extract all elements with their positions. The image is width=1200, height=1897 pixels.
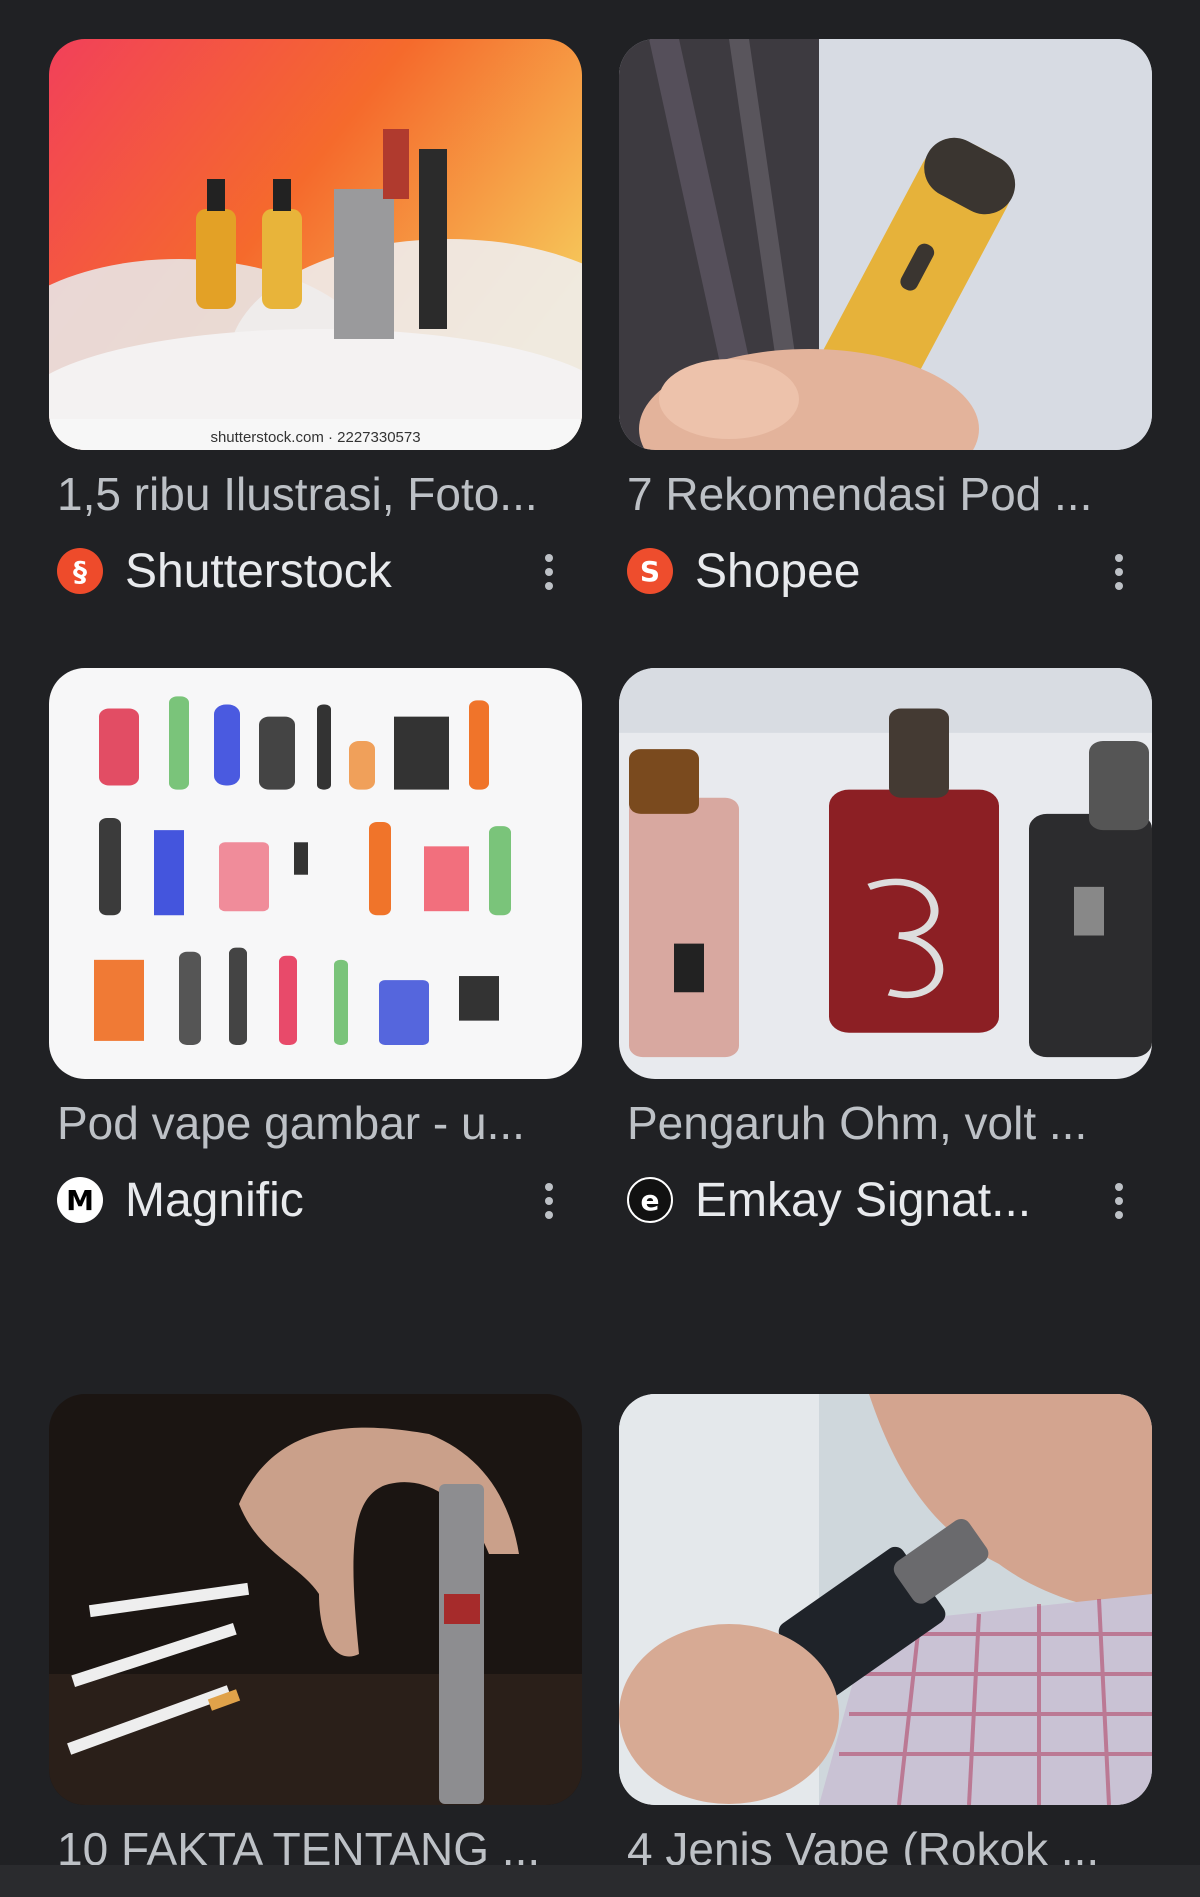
shutterstock-icon: §: [57, 548, 103, 594]
man-vaping-image: [619, 1394, 1152, 1805]
result-card-4[interactable]: Pengaruh Ohm, volt ... e Emkay Signat...: [619, 668, 1152, 1231]
emkay-icon: e: [627, 1177, 673, 1223]
more-options-icon[interactable]: [1114, 554, 1124, 590]
yellow-pod-image: [619, 39, 1152, 450]
result-title-3[interactable]: Pod vape gambar - u...: [57, 1095, 577, 1151]
magnific-icon: M: [57, 1177, 103, 1223]
result-source-2[interactable]: S Shopee: [619, 540, 1152, 602]
result-thumbnail-1[interactable]: shutterstock.com · 2227330573: [49, 39, 582, 450]
result-source-name-2: Shopee: [695, 544, 861, 598]
result-card-6[interactable]: 4 Jenis Vape (Rokok ...: [619, 1394, 1152, 1877]
result-thumbnail-6[interactable]: [619, 1394, 1152, 1805]
result-thumbnail-4[interactable]: [619, 668, 1152, 1079]
result-title-1[interactable]: 1,5 ribu Ilustrasi, Foto...: [57, 466, 577, 522]
result-card-5[interactable]: 10 FAKTA TENTANG ...: [49, 1394, 582, 1877]
result-source-4[interactable]: e Emkay Signat...: [619, 1169, 1152, 1231]
result-title-4[interactable]: Pengaruh Ohm, volt ...: [627, 1095, 1147, 1151]
box-mod-devices-image: [619, 668, 1152, 1079]
cigarettes-and-vape-image: [49, 1394, 582, 1805]
result-thumbnail-3[interactable]: [49, 668, 582, 1079]
vape-bottles-smoke-image: [49, 39, 582, 450]
result-thumbnail-2[interactable]: [619, 39, 1152, 450]
bottom-edge-bar: [0, 1865, 1200, 1897]
result-source-3[interactable]: M Magnific: [49, 1169, 582, 1231]
result-source-name-4: Emkay Signat...: [695, 1173, 1032, 1227]
image-results-grid: shutterstock.com · 2227330573 1,5 ribu I…: [0, 0, 1200, 1897]
more-options-icon[interactable]: [544, 1183, 554, 1219]
result-card-1[interactable]: shutterstock.com · 2227330573 1,5 ribu I…: [49, 39, 582, 602]
thumbnail-watermark: shutterstock.com · 2227330573: [210, 429, 421, 446]
more-options-icon[interactable]: [1114, 1183, 1124, 1219]
result-title-2[interactable]: 7 Rekomendasi Pod ...: [627, 466, 1147, 522]
result-card-3[interactable]: Pod vape gambar - u... M Magnific: [49, 668, 582, 1231]
result-source-name-1: Shutterstock: [125, 544, 392, 598]
vape-devices-illustration-image: [49, 668, 582, 1079]
result-card-2[interactable]: 7 Rekomendasi Pod ... S Shopee: [619, 39, 1152, 602]
shopee-icon: S: [627, 548, 673, 594]
result-thumbnail-5[interactable]: [49, 1394, 582, 1805]
result-source-name-3: Magnific: [125, 1173, 304, 1227]
more-options-icon[interactable]: [544, 554, 554, 590]
result-source-1[interactable]: § Shutterstock: [49, 540, 582, 602]
